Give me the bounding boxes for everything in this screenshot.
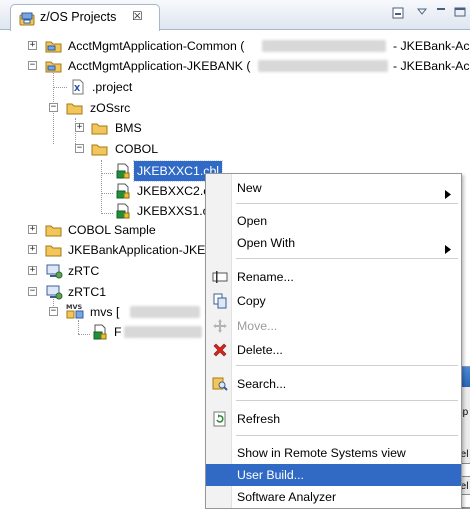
menu-item-label: Software Analyzer [237,490,337,504]
menu-item-user-build[interactable]: User Build... [206,464,461,486]
tree-item-zossrc[interactable]: − zOSsrc [0,98,200,118]
context-menu: New Open Open With Rename... Copy Move..… [205,173,462,509]
search-icon [212,376,228,399]
menu-item-label: Show in Remote Systems view [237,446,406,460]
menu-separator [236,258,458,259]
menu-separator [236,203,458,204]
menu-item-label: Refresh [237,412,281,426]
tree-item-suffix: - JKEBank-Acc [393,59,470,73]
menu-item-label: Rename... [237,270,294,284]
collapse-icon[interactable]: − [28,61,37,70]
tab-zos-projects[interactable]: z/OS Projects ☒ [10,4,160,31]
tree-item-jkebxxc2[interactable]: JKEBXXC2.c [0,181,209,201]
zos-projects-icon [19,11,35,30]
menu-item-copy[interactable]: Copy [206,290,461,312]
minimize-view-icon[interactable] [391,6,405,23]
tree-item-label: BMS [115,121,142,135]
menu-item-label: Open With [237,236,296,250]
copy-icon [212,293,228,316]
menu-separator [236,365,458,366]
expand-icon[interactable]: + [28,245,37,254]
view-menu-icon[interactable] [416,6,428,19]
tree-item-suffix: - JKEBank-Acc [393,39,470,53]
minimize-icon[interactable] [436,6,446,19]
rename-icon [212,269,228,292]
cobol-file-icon [92,324,108,346]
tree-item-label: JKEBXXC2.c [137,184,210,198]
tree-item-label: JKEBankApplication-JKE [68,243,206,257]
tree-item-label: zRTC1 [68,285,107,299]
redacted-text [124,326,202,338]
view-title: z/OS Projects [40,10,117,24]
tree-item-label: zRTC [68,264,100,278]
tree-item-label: JKEBXXS1.c [137,204,209,218]
tree-item-remote-file[interactable]: F [0,322,205,342]
tree-item-label: mvs [ [90,305,120,319]
menu-item-new[interactable]: New [206,177,461,199]
redacted-text [130,306,200,318]
expand-icon[interactable]: + [28,266,37,275]
menu-separator [236,400,458,401]
menu-item-open[interactable]: Open [206,210,461,232]
menu-item-open-with[interactable]: Open With [206,232,461,254]
tree-item-jkebxxc1[interactable]: JKEBXXC1.cbl [0,160,230,182]
tree-item-zrtc[interactable]: + zRTC [0,261,205,281]
refresh-icon [212,411,228,434]
view-tab-bar: z/OS Projects ☒ [0,0,470,31]
svg-text:X: X [74,84,81,93]
redacted-text [258,60,388,72]
tree-item-label: .project [92,80,133,94]
menu-separator [236,435,458,436]
tree-item-acctmgmt-jkebank[interactable]: − AcctMgmtApplication-JKEBANK ( - JKEBan… [0,56,470,76]
tree-item-cobol-sample[interactable]: + COBOL Sample [0,220,205,240]
expand-icon[interactable]: + [75,123,84,132]
tree-item-label: AcctMgmtApplication-JKEBANK ( [68,59,251,73]
delete-icon [212,342,228,365]
collapse-icon[interactable]: − [49,307,58,316]
menu-item-search[interactable]: Search... [206,373,461,395]
tree-item-jkebxxs1[interactable]: JKEBXXS1.c [0,201,209,221]
menu-item-show-in-remote-systems[interactable]: Show in Remote Systems view [206,442,461,464]
expand-icon[interactable]: + [28,225,37,234]
menu-item-label: New [237,181,262,195]
tree-item-cobol[interactable]: − COBOL [0,139,200,159]
folder-icon [91,141,109,163]
menu-item-label: Delete... [237,343,283,357]
tree-item-bms[interactable]: + BMS [0,118,200,138]
tree-item-label: F [114,325,122,339]
tree-item-label: COBOL [115,142,159,156]
collapse-icon[interactable]: − [49,103,58,112]
tree-item-acctmgmt-common[interactable]: + AcctMgmtApplication-Common ( - JKEBank… [0,36,470,56]
redacted-text [262,40,386,52]
menu-item-delete[interactable]: Delete... [206,339,461,361]
tree-item-zrtc1[interactable]: − zRTC1 [0,282,205,302]
maximize-icon[interactable] [454,6,466,21]
tree-item-label: AcctMgmtApplication-Common ( [68,39,245,53]
tree-item-project-file[interactable]: X .project [0,77,200,97]
menu-item-label: User Build... [237,468,304,482]
move-icon [212,318,228,341]
mvs-badge: MVS [66,303,82,311]
close-icon[interactable]: ☒ [132,9,143,23]
collapse-icon[interactable]: − [28,287,37,296]
tree-item-mvs[interactable]: − MVS mvs [ [0,302,205,322]
menu-item-label: Copy [237,294,266,308]
tree-item-label: COBOL Sample [68,223,156,237]
menu-item-label: Move... [237,319,278,333]
menu-item-software-analyzer[interactable]: Software Analyzer [206,486,461,508]
tree-item-label: zOSsrc [90,101,131,115]
menu-item-label: Open [237,214,268,228]
collapse-icon[interactable]: − [75,144,84,153]
expand-icon[interactable]: + [28,41,37,50]
menu-item-refresh[interactable]: Refresh [206,408,461,430]
tree-item-jkebankapplication[interactable]: + JKEBankApplication-JKE [0,240,205,260]
menu-item-rename[interactable]: Rename... [206,266,461,288]
menu-item-move[interactable]: Move... [206,315,461,337]
menu-item-label: Search... [237,377,287,391]
